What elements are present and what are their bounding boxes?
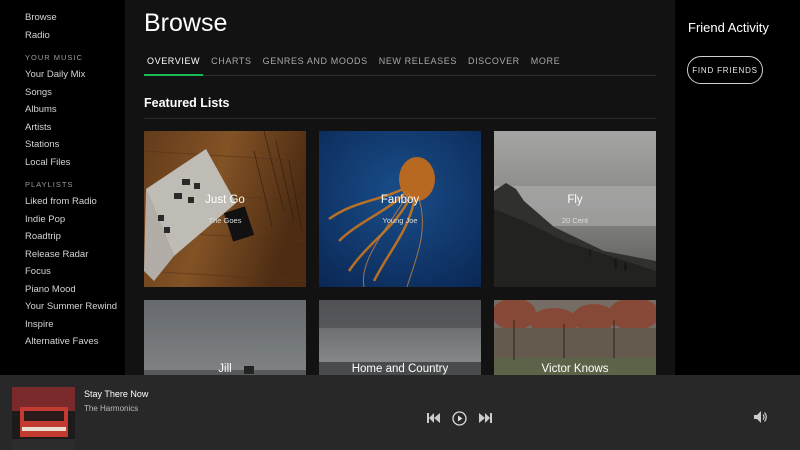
playlist-item[interactable]: Focus <box>0 264 125 282</box>
divider <box>144 118 656 119</box>
volume-icon <box>754 411 767 423</box>
tab-bar: OVERVIEW CHARTS GENRES AND MOODS NEW REL… <box>144 50 656 76</box>
page-title: Browse <box>144 9 228 37</box>
card-title: Jill <box>218 363 232 375</box>
card-subtitle: Young Joe <box>382 216 418 225</box>
sidebar-item-radio[interactable]: Radio <box>0 28 125 46</box>
card-overlay <box>494 131 656 287</box>
next-button[interactable] <box>477 410 493 426</box>
previous-icon <box>426 413 440 423</box>
sidebar-item-browse[interactable]: Browse <box>0 10 125 28</box>
tab-genres-and-moods[interactable]: GENRES AND MOODS <box>260 50 371 76</box>
card-subtitle: 20 Cent <box>561 216 589 225</box>
track-title[interactable]: Stay There Now <box>84 389 148 399</box>
card-title: Fly <box>567 194 583 206</box>
playlist-card[interactable]: Jill <box>144 300 306 375</box>
volume-button[interactable] <box>754 410 770 426</box>
track-artist[interactable]: The Harmonics <box>84 404 138 413</box>
sidebar: Browse Radio YOUR MUSIC Your Daily Mix S… <box>0 0 125 375</box>
play-button[interactable] <box>451 410 467 426</box>
panel-title: Friend Activity <box>688 20 769 35</box>
sidebar-item-daily-mix[interactable]: Your Daily Mix <box>0 67 125 85</box>
playlist-item[interactable]: Your Summer Rewind <box>0 299 125 317</box>
playlist-item[interactable]: Alternative Faves <box>0 334 125 352</box>
find-friends-button[interactable]: FIND FRIENDS <box>687 56 763 84</box>
playlist-item[interactable]: Roadtrip <box>0 229 125 247</box>
main-content: Browse OVERVIEW CHARTS GENRES AND MOODS … <box>125 0 675 375</box>
album-art[interactable] <box>12 387 75 450</box>
tab-overview[interactable]: OVERVIEW <box>144 50 204 76</box>
sidebar-item-local-files[interactable]: Local Files <box>0 155 125 173</box>
card-title: Victor Knows <box>541 363 609 375</box>
tab-more[interactable]: MORE <box>528 50 563 76</box>
playlist-card[interactable]: Victor Knows <box>494 300 656 375</box>
card-overlay <box>319 131 481 287</box>
card-title: Fanboy <box>380 194 420 206</box>
sidebar-item-songs[interactable]: Songs <box>0 85 125 103</box>
playlist-item[interactable]: Piano Mood <box>0 282 125 300</box>
previous-button[interactable] <box>425 410 441 426</box>
playlist-item[interactable]: Release Radar <box>0 247 125 265</box>
playlist-card[interactable]: Fly 20 Cent <box>494 131 656 287</box>
section-label-your-music: YOUR MUSIC <box>25 53 83 62</box>
playlist-item[interactable]: Liked from Radio <box>0 194 125 212</box>
player-bar: Stay There Now The Harmonics <box>0 375 800 450</box>
tab-new-releases[interactable]: NEW RELEASES <box>376 50 460 76</box>
sidebar-item-artists[interactable]: Artists <box>0 120 125 138</box>
playlist-item[interactable]: Indie Pop <box>0 212 125 230</box>
playlist-item[interactable]: Inspire <box>0 317 125 335</box>
album-art-image <box>12 387 75 450</box>
sidebar-item-stations[interactable]: Stations <box>0 137 125 155</box>
tab-discover[interactable]: DISCOVER <box>465 50 523 76</box>
playlist-card[interactable]: Fanboy Young Joe <box>319 131 481 287</box>
friend-activity-panel: Friend Activity FIND FRIENDS <box>675 0 800 375</box>
next-icon <box>478 413 492 423</box>
playlist-card[interactable]: Just Go The Goes <box>144 131 306 287</box>
playlist-card[interactable]: Home and Country <box>319 300 481 375</box>
sidebar-item-albums[interactable]: Albums <box>0 102 125 120</box>
play-icon <box>451 410 467 426</box>
card-title: Home and Country <box>351 363 449 375</box>
card-subtitle: The Goes <box>208 216 242 225</box>
section-title: Featured Lists <box>144 96 230 110</box>
card-overlay <box>144 131 306 287</box>
tab-charts[interactable]: CHARTS <box>208 50 254 76</box>
playback-controls <box>425 410 493 426</box>
card-title: Just Go <box>205 194 245 206</box>
section-label-playlists: PLAYLISTS <box>25 180 74 189</box>
